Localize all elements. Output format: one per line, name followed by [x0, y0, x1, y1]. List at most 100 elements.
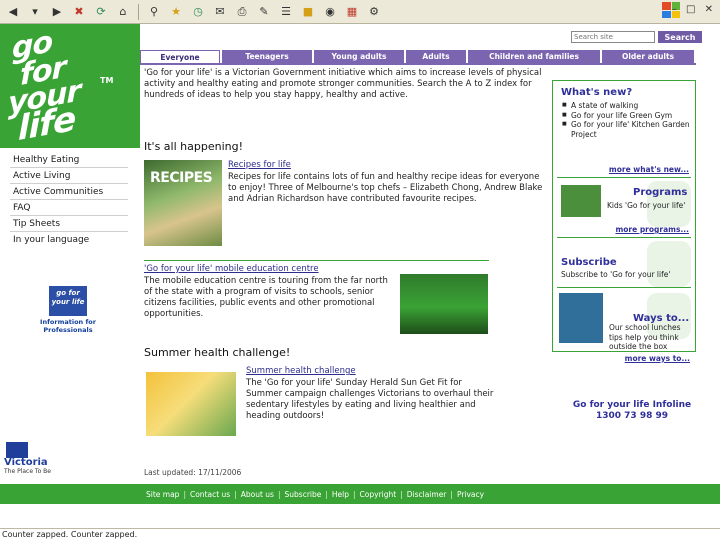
whats-new-item[interactable]: A state of walking	[561, 101, 691, 111]
footer-links: Site map | Contact us | About us | Subscrib…	[140, 484, 720, 504]
last-updated: Last updated: 17/11/2006	[144, 468, 242, 477]
search-input[interactable]	[571, 31, 655, 43]
summer-challenge-image[interactable]	[146, 372, 236, 436]
forward-icon[interactable]: ▶	[48, 3, 66, 21]
home-icon[interactable]: ⌂	[114, 3, 132, 21]
mobile-centre-link[interactable]: 'Go for your life' mobile education cent…	[144, 264, 319, 274]
history-icon[interactable]: ◷	[189, 3, 207, 21]
discuss-icon[interactable]: ☰	[277, 3, 295, 21]
more-ways-link[interactable]: more ways to...	[625, 354, 690, 363]
footer-separator: |	[450, 489, 453, 499]
faded-logo-icon	[647, 241, 691, 287]
subscribe-heading: Subscribe	[561, 257, 617, 268]
edit-icon[interactable]: ✎	[255, 3, 273, 21]
footer-link-about-us[interactable]: About us	[241, 490, 274, 499]
summer-heading: Summer health challenge!	[144, 346, 291, 359]
refresh-icon[interactable]: ⟳	[92, 3, 110, 21]
footer-separator: |	[353, 489, 356, 499]
folder-icon[interactable]: ■	[299, 3, 317, 21]
intro-paragraph: 'Go for your life' is a Victorian Govern…	[144, 68, 542, 100]
programs-image[interactable]	[561, 185, 601, 217]
infoline-phone: 1300 73 98 99	[595, 411, 669, 421]
left-navigation: Healthy Eating Active Living Active Comm…	[10, 152, 128, 248]
recipes-image-label: RECIPES	[150, 170, 213, 186]
footer-link-privacy[interactable]: Privacy	[457, 490, 484, 499]
whats-new-item[interactable]: Go for your life Green Gym	[561, 111, 691, 121]
nav-active-communities[interactable]: Active Communities	[10, 184, 128, 200]
footer-link-help[interactable]: Help	[332, 490, 349, 499]
go-for-your-life-logo[interactable]: go for your life TM	[0, 24, 140, 150]
tab-adults[interactable]: Adults	[406, 50, 466, 64]
browser-toolbar: ◀ ▾ ▶ ✖ ⟳ ⌂ ⚲ ★ ◷ ✉ ⎙ ✎ ☰ ■ ◉ ▦ ⚙ – □ ✕	[0, 0, 720, 24]
footer-separator: |	[234, 489, 237, 499]
subscribe-text[interactable]: Subscribe to 'Go for your life'	[561, 270, 691, 280]
logo-word: life	[18, 98, 76, 150]
nav-tip-sheets[interactable]: Tip Sheets	[10, 216, 128, 232]
summer-feature: Summer health challenge The 'Go for your…	[144, 366, 544, 436]
programs-heading: Programs	[633, 187, 688, 198]
whats-new-list: A state of walking Go for your life Gree…	[561, 101, 691, 139]
programs-text[interactable]: Kids 'Go for your life'	[607, 201, 691, 211]
recipes-link[interactable]: Recipes for life	[228, 160, 291, 170]
footer-separator: |	[325, 489, 328, 499]
infoline[interactable]: Go for your life Infoline 1300 73 98 99	[572, 400, 692, 422]
footer-separator: |	[183, 489, 186, 499]
print-icon[interactable]: ⎙	[233, 3, 251, 21]
professionals-link[interactable]: go for your life Information for Profess…	[38, 286, 98, 338]
nav-active-living[interactable]: Active Living	[10, 168, 128, 184]
ways-to-text[interactable]: Our school lunches tips help you think o…	[609, 323, 693, 352]
nav-healthy-eating[interactable]: Healthy Eating	[10, 152, 128, 168]
footer-link-contact-us[interactable]: Contact us	[190, 490, 230, 499]
messenger-icon[interactable]: ◉	[321, 3, 339, 21]
tab-young-adults[interactable]: Young adults	[314, 50, 404, 64]
trademark: TM	[100, 76, 114, 85]
recipes-description: Recipes for life contains lots of fun an…	[228, 172, 543, 204]
mobile-description: The mobile education centre is touring f…	[144, 276, 388, 319]
dropdown-icon[interactable]: ▾	[26, 3, 44, 21]
stop-icon[interactable]: ✖	[70, 3, 88, 21]
whats-new-item[interactable]: Go for your life' Kitchen Garden Project	[561, 120, 691, 139]
happening-heading: It's all happening!	[144, 140, 243, 153]
mini-logo: go for your life	[49, 286, 87, 316]
tab-everyone[interactable]: Everyone	[140, 50, 220, 64]
tools-icon[interactable]: ⚙	[365, 3, 383, 21]
recipes-feature: RECIPES Recipes for life Recipes for lif…	[144, 160, 544, 256]
victoria-name: Victoria	[4, 457, 48, 468]
tab-underline	[140, 63, 696, 65]
search-button[interactable]: Search	[658, 31, 702, 43]
footer-left-band	[0, 484, 140, 504]
panel-divider	[557, 287, 691, 288]
favorites-star-icon[interactable]: ★	[167, 3, 185, 21]
browser-status-bar: Counter zapped. Counter zapped.	[0, 528, 720, 540]
search-icon[interactable]: ⚲	[145, 3, 163, 21]
audience-tabs: Everyone Teenagers Young adults Adults C…	[140, 50, 696, 64]
tab-teenagers[interactable]: Teenagers	[222, 50, 312, 64]
panel-divider	[557, 177, 691, 178]
back-icon[interactable]: ◀	[4, 3, 22, 21]
summer-description: The 'Go for your life' Sunday Herald Sun…	[246, 378, 494, 421]
footer-link-copyright[interactable]: Copyright	[360, 490, 397, 499]
summer-challenge-link[interactable]: Summer health challenge	[246, 366, 356, 376]
infoline-title: Go for your life Infoline	[572, 400, 692, 410]
window-controls[interactable]: – □ ✕	[672, 4, 716, 15]
panel-divider	[557, 237, 691, 238]
web-page: go for your life TM Search Everyone Teen…	[0, 24, 720, 540]
mail-icon[interactable]: ✉	[211, 3, 229, 21]
section-divider	[144, 260, 489, 261]
footer-separator: |	[400, 489, 403, 499]
tab-older-adults[interactable]: Older adults	[602, 50, 694, 64]
nav-in-your-language[interactable]: In your language	[10, 232, 128, 248]
research-icon[interactable]: ▦	[343, 3, 361, 21]
tab-children-and-families[interactable]: Children and families	[468, 50, 600, 64]
more-whats-new-link[interactable]: more what's new...	[609, 165, 689, 174]
more-programs-link[interactable]: more programs...	[615, 225, 689, 234]
footer-link-site-map[interactable]: Site map	[146, 490, 179, 499]
mobile-centre-image[interactable]	[400, 274, 488, 334]
nav-faq[interactable]: FAQ	[10, 200, 128, 216]
recipes-image[interactable]: RECIPES	[144, 160, 222, 246]
footer-link-disclaimer[interactable]: Disclaimer	[407, 490, 447, 499]
ways-to-image[interactable]	[559, 293, 603, 343]
victoria-logo[interactable]: Victoria The Place To Be	[4, 442, 56, 478]
browser-window: ◀ ▾ ▶ ✖ ⟳ ⌂ ⚲ ★ ◷ ✉ ⎙ ✎ ☰ ■ ◉ ▦ ⚙ – □ ✕ …	[0, 0, 720, 540]
footer-link-subscribe[interactable]: Subscribe	[285, 490, 322, 499]
